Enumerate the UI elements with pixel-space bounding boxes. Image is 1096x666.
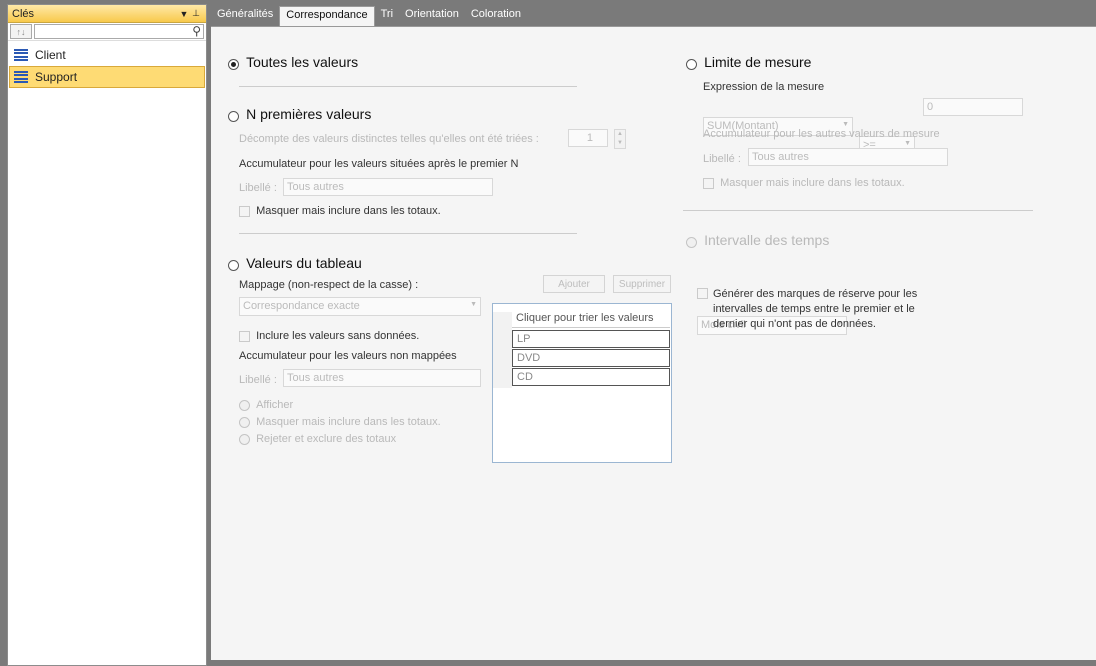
keys-panel-title: Clés <box>12 7 35 20</box>
keys-panel: Clés ▼ ⊥ ↑↓ ⚲ Client Support <box>7 4 207 666</box>
key-item-support[interactable]: Support <box>9 66 205 88</box>
mapping-list[interactable]: Cliquer pour trier les valeurs LP DVD CD <box>492 303 672 463</box>
key-item-client[interactable]: Client <box>9 44 205 66</box>
l-hide-label: Masquer mais inclure dans les totaux. <box>720 177 905 189</box>
tab-bar: Généralités Correspondance Tri Orientati… <box>211 6 527 26</box>
n-hide-option[interactable]: Masquer mais inclure dans les totaux. <box>239 205 441 217</box>
tab-tri[interactable]: Tri <box>375 6 399 26</box>
list-icon <box>14 49 28 61</box>
match-type-select[interactable]: Correspondance exacte ▼ <box>239 297 481 316</box>
include-empty-checkbox[interactable] <box>239 330 250 342</box>
sort-values-header[interactable]: Cliquer pour trier les valeurs <box>512 312 670 328</box>
opt-show-label: Afficher <box>256 399 294 411</box>
option-n-premieres[interactable]: N premières valeurs <box>228 106 371 122</box>
radio-show[interactable] <box>239 399 250 411</box>
threshold-field[interactable]: 0 <box>923 98 1023 116</box>
include-empty-label: Inclure les valeurs sans données. <box>256 330 420 342</box>
t-libelle-field[interactable]: Tous autres <box>283 369 481 387</box>
add-button[interactable]: Ajouter <box>543 275 605 293</box>
count-spin-arrows-icon[interactable]: ▲ ▼ <box>614 129 626 149</box>
include-empty-option[interactable]: Inclure les valeurs sans données. <box>239 330 419 342</box>
l-libelle-label: Libellé : <box>703 153 741 165</box>
keys-panel-header: Clés ▼ ⊥ <box>8 5 206 23</box>
key-item-label: Support <box>35 70 78 84</box>
radio-toutes-valeurs[interactable] <box>228 58 239 70</box>
tab-orientation[interactable]: Orientation <box>399 6 465 26</box>
divider <box>239 86 577 87</box>
n-hide-checkbox[interactable] <box>239 205 250 217</box>
sort-arrows-icon: ↑↓ <box>16 26 26 37</box>
option-limite-mesure-label: Limite de mesure <box>704 54 812 70</box>
count-stepper[interactable]: 1 <box>568 129 608 147</box>
n-accum-label: Accumulateur pour les valeurs situées ap… <box>239 158 519 170</box>
list-item[interactable]: DVD <box>512 349 670 367</box>
l-hide-option[interactable]: Masquer mais inclure dans les totaux. <box>703 177 905 189</box>
tab-generalites[interactable]: Généralités <box>211 6 279 26</box>
l-libelle-value: Tous autres <box>752 151 809 163</box>
count-value: 1 <box>586 132 593 144</box>
n-libelle-field[interactable]: Tous autres <box>283 178 493 196</box>
list-icon <box>14 71 28 83</box>
t-libelle-value: Tous autres <box>287 372 344 384</box>
option-n-premieres-label: N premières valeurs <box>246 106 372 122</box>
key-item-label: Client <box>35 48 66 62</box>
radio-intervalle-temps[interactable] <box>686 236 697 248</box>
opt-reject[interactable]: Rejeter et exclure des totaux <box>239 433 396 445</box>
match-type-value: Correspondance exacte <box>243 300 360 312</box>
option-intervalle-temps[interactable]: Intervalle des temps <box>686 232 829 248</box>
t-libelle-label: Libellé : <box>239 374 277 386</box>
opt-reject-label: Rejeter et exclure des totaux <box>256 433 397 445</box>
remove-button[interactable]: Supprimer <box>613 275 671 293</box>
l-hide-checkbox[interactable] <box>703 177 714 189</box>
list-item[interactable]: LP <box>512 330 670 348</box>
tab-correspondance[interactable]: Correspondance <box>279 6 375 26</box>
option-valeurs-tableau[interactable]: Valeurs du tableau <box>228 255 362 271</box>
generate-checkbox[interactable] <box>697 288 708 299</box>
l-libelle-field[interactable]: Tous autres <box>748 148 948 166</box>
count-label: Décompte des valeurs distinctes telles q… <box>239 133 539 145</box>
keys-search-bar: ↑↓ ⚲ <box>8 23 206 41</box>
generate-option[interactable]: Générer des marques de réserve pour les … <box>697 287 937 332</box>
option-intervalle-temps-label: Intervalle des temps <box>704 232 830 248</box>
list-item[interactable]: CD <box>512 368 670 386</box>
keys-list: Client Support <box>8 41 206 88</box>
radio-valeurs-tableau[interactable] <box>228 259 239 271</box>
option-limite-mesure[interactable]: Limite de mesure <box>686 54 811 70</box>
sort-button[interactable]: ↑↓ <box>10 24 32 39</box>
n-hide-label: Masquer mais inclure dans les totaux. <box>256 205 441 217</box>
divider <box>683 210 1033 211</box>
opt-hide-label: Masquer mais inclure dans les totaux. <box>256 416 441 428</box>
radio-reject[interactable] <box>239 433 250 445</box>
expr-label: Expression de la mesure <box>703 81 825 93</box>
t-accum-label: Accumulateur pour les valeurs non mappée… <box>239 350 457 362</box>
remove-button-label: Supprimer <box>618 278 666 290</box>
l-accum-label: Accumulateur pour les autres valeurs de … <box>703 128 940 140</box>
radio-n-premieres[interactable] <box>228 110 239 122</box>
mapping-label: Mappage (non-respect de la casse) : <box>239 279 419 291</box>
opt-hide[interactable]: Masquer mais inclure dans les totaux. <box>239 416 441 428</box>
n-libelle-value: Tous autres <box>287 181 344 193</box>
search-icon: ⚲ <box>192 24 201 38</box>
threshold-value: 0 <box>927 101 934 113</box>
option-valeurs-tableau-label: Valeurs du tableau <box>246 255 362 271</box>
radio-hide[interactable] <box>239 416 250 428</box>
n-libelle-label: Libellé : <box>239 182 277 194</box>
option-toutes-valeurs-label: Toutes les valeurs <box>246 54 359 70</box>
radio-limite-mesure[interactable] <box>686 58 697 70</box>
tab-coloration[interactable]: Coloration <box>465 6 527 26</box>
chevron-down-icon: ▼ <box>842 121 849 128</box>
pin-icon[interactable]: ⊥ <box>190 8 202 19</box>
opt-show[interactable]: Afficher <box>239 399 293 411</box>
generate-label: Générer des marques de réserve pour les … <box>713 288 918 330</box>
row-gutter <box>493 312 512 388</box>
add-button-label: Ajouter <box>558 278 590 290</box>
option-toutes-valeurs[interactable]: Toutes les valeurs <box>228 54 358 70</box>
chevron-down-icon: ▼ <box>904 140 911 147</box>
correspondance-panel: Toutes les valeurs N premières valeurs D… <box>211 26 1096 660</box>
dropdown-icon[interactable]: ▼ <box>178 9 190 19</box>
keys-search-input[interactable]: ⚲ <box>34 24 204 39</box>
chevron-down-icon: ▼ <box>470 301 477 308</box>
divider <box>239 233 577 234</box>
